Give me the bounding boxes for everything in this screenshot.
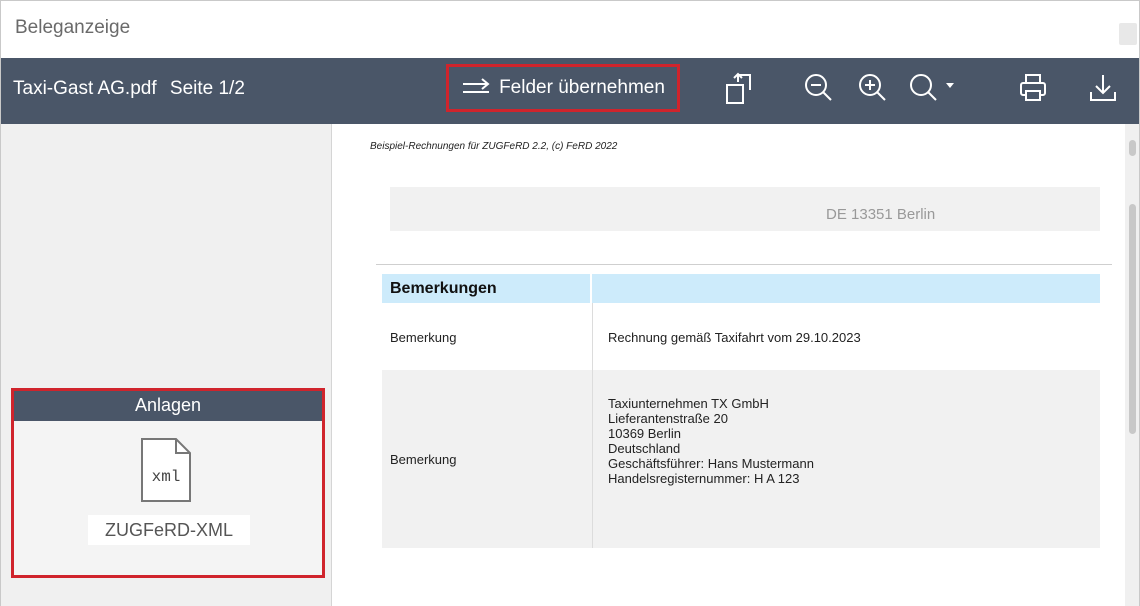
document-info: Taxi-Gast AG.pdf Seite 1/2 bbox=[13, 78, 253, 100]
attachment-file-label[interactable]: ZUGFeRD-XML bbox=[88, 515, 250, 545]
value-line: Lieferantenstraße 20 bbox=[608, 411, 728, 426]
table-row: Bemerkung Taxiunternehmen TX GmbH Liefer… bbox=[382, 370, 1100, 548]
section-divider bbox=[376, 264, 1112, 265]
felder-uebernehmen-label: Felder übernehmen bbox=[499, 77, 665, 98]
pdf-page: Beispiel-Rechnungen für ZUGFeRD 2.2, (c)… bbox=[338, 124, 1126, 606]
value-line: 10369 Berlin bbox=[608, 426, 681, 441]
attachments-header: Anlagen bbox=[14, 391, 322, 421]
row-value: Taxiunternehmen TX GmbH Lieferantenstraß… bbox=[608, 396, 814, 486]
xml-file-icon[interactable]: xml bbox=[140, 437, 192, 503]
value-line: Taxiunternehmen TX GmbH bbox=[608, 396, 769, 411]
window-title: Beleganzeige bbox=[15, 17, 131, 38]
left-panel: Anlagen xml ZUGFeRD-XML bbox=[1, 124, 331, 606]
title-bar: Beleganzeige bbox=[1, 1, 1139, 58]
address-city: DE 13351 Berlin bbox=[826, 206, 936, 223]
transfer-arrows-icon bbox=[463, 78, 490, 93]
value-line: Deutschland bbox=[608, 441, 681, 456]
vertical-scrollbar[interactable] bbox=[1125, 124, 1139, 606]
page-indicator: Seite 1/2 bbox=[169, 78, 245, 99]
table-row: Bemerkung Rechnung gemäß Taxifahrt vom 2… bbox=[382, 303, 1100, 370]
rotate-icon[interactable] bbox=[723, 70, 759, 106]
close-button[interactable] bbox=[1119, 23, 1137, 45]
xml-file-icon-text: xml bbox=[152, 468, 181, 486]
address-box: DE 13351 Berlin bbox=[390, 187, 1100, 231]
row-value: Rechnung gemäß Taxifahrt vom 29.10.2023 bbox=[608, 330, 861, 345]
zoom-in-icon[interactable] bbox=[855, 70, 891, 106]
print-icon[interactable] bbox=[1015, 70, 1051, 106]
document-name: Taxi-Gast AG.pdf bbox=[13, 78, 157, 99]
row-label: Bemerkung bbox=[390, 330, 457, 345]
attachments-panel: Anlagen xml ZUGFeRD-XML bbox=[11, 388, 325, 578]
toolbar: Taxi-Gast AG.pdf Seite 1/2 Felder überne… bbox=[1, 58, 1139, 124]
document-header-note: Beispiel-Rechnungen für ZUGFeRD 2.2, (c)… bbox=[370, 141, 618, 152]
remarks-header-row: Bemerkungen bbox=[382, 274, 1100, 303]
zoom-out-icon[interactable] bbox=[801, 70, 837, 106]
document-viewer-window: Beleganzeige Taxi-Gast AG.pdf Seite 1/2 … bbox=[0, 0, 1140, 606]
value-line: Geschäftsführer: Hans Mustermann bbox=[608, 456, 814, 471]
zoom-dropdown-icon[interactable] bbox=[907, 70, 965, 106]
row-label: Bemerkung bbox=[390, 452, 457, 467]
remarks-title: Bemerkungen bbox=[390, 280, 497, 297]
pdf-viewer: Beispiel-Rechnungen für ZUGFeRD 2.2, (c)… bbox=[331, 124, 1139, 606]
felder-uebernehmen-button[interactable]: Felder übernehmen bbox=[446, 64, 680, 112]
download-icon[interactable] bbox=[1085, 70, 1121, 106]
value-line: Handelsregisternummer: H A 123 bbox=[608, 471, 800, 486]
scrollbar-thumb[interactable] bbox=[1129, 204, 1136, 434]
